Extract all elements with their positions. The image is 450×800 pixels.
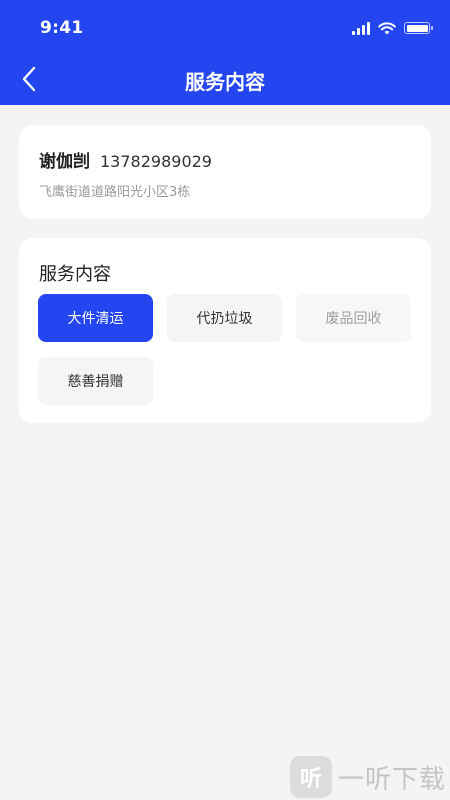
page-title: 服务内容 xyxy=(185,70,265,94)
contact-phone: 13782989029 xyxy=(100,152,212,171)
nav-bar: 服务内容 xyxy=(0,56,450,102)
option-recycling[interactable]: 废品回收 xyxy=(296,294,411,342)
contact-line: 谢伽剀 13782989029 xyxy=(39,147,212,172)
status-time: 9:41 xyxy=(40,18,84,38)
contact-card[interactable]: 谢伽剀 13782989029 飞鹰街道道路阳光小区3栋 xyxy=(19,125,431,219)
signal-icon xyxy=(352,21,370,35)
option-trash-disposal[interactable]: 代扔垃圾 xyxy=(167,294,282,342)
contact-address: 飞鹰街道道路阳光小区3栋 xyxy=(39,185,191,200)
wifi-icon xyxy=(378,21,396,34)
service-options: 大件清运 代扔垃圾 废品回收 慈善捐赠 xyxy=(38,294,412,405)
status-bar: 9:41 xyxy=(0,0,450,56)
watermark: 听 一听下载 xyxy=(288,754,450,800)
section-title: 服务内容 xyxy=(39,264,111,285)
option-bulky-removal[interactable]: 大件清运 xyxy=(38,294,153,342)
contact-name: 谢伽剀 xyxy=(39,152,90,172)
status-icons xyxy=(352,19,433,37)
watermark-logo-icon: 听 xyxy=(290,756,332,798)
service-card: 服务内容 大件清运 代扔垃圾 废品回收 慈善捐赠 xyxy=(19,238,431,423)
battery-icon xyxy=(404,22,433,34)
header: 9:41 服务内容 xyxy=(0,0,450,105)
watermark-text: 一听下载 xyxy=(338,764,447,795)
option-charity-donation[interactable]: 慈善捐赠 xyxy=(38,357,153,405)
